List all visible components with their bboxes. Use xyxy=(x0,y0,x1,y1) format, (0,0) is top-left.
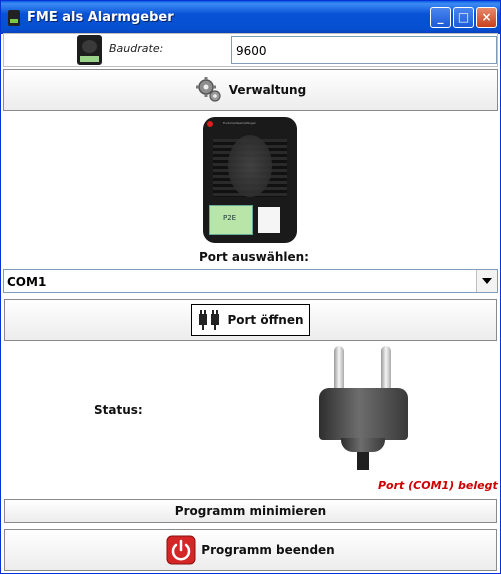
minimize-window-button[interactable]: _ xyxy=(430,7,451,28)
verwaltung-label: Verwaltung xyxy=(228,83,307,97)
port-open-button-area[interactable]: Port öffnen xyxy=(4,299,497,341)
device-screen-text: P2E xyxy=(223,214,237,222)
port-select-value: COM1 xyxy=(7,275,47,289)
baudrate-label: Baudrate: xyxy=(109,42,164,55)
close-window-button[interactable]: × xyxy=(476,7,497,28)
port-select[interactable]: COM1 xyxy=(3,269,498,293)
dropdown-arrow-icon[interactable] xyxy=(476,270,497,292)
port-open-button[interactable]: Port öffnen xyxy=(191,304,310,336)
verwaltung-button[interactable]: Verwaltung xyxy=(3,69,498,111)
status-message: Port (COM1) belegt xyxy=(378,479,498,492)
device-card xyxy=(258,207,280,233)
device-speaker-cone xyxy=(228,135,272,197)
plug-icon xyxy=(319,346,411,472)
power-icon xyxy=(166,535,196,565)
app-window: FME als Alarmgeber _ □ × Baudrate: 9600 … xyxy=(0,0,501,574)
device-led xyxy=(207,121,213,127)
quit-program-button[interactable]: Programm beenden xyxy=(4,529,497,571)
maximize-window-button[interactable]: □ xyxy=(453,7,474,28)
device-brand: Funkmeldeempfänger xyxy=(223,121,256,125)
connector-icon xyxy=(199,310,220,330)
window-title: FME als Alarmgeber xyxy=(27,10,174,25)
port-open-label: Port öffnen xyxy=(227,313,304,327)
device-screen: P2E xyxy=(209,205,253,235)
port-label: Port auswählen: xyxy=(199,250,309,264)
baudrate-row: Baudrate: 9600 xyxy=(3,33,498,67)
device-small-icon xyxy=(77,35,102,65)
baudrate-input[interactable]: 9600 xyxy=(231,36,497,64)
minimize-program-label: Programm minimieren xyxy=(174,504,327,518)
app-icon xyxy=(8,10,20,26)
gears-icon xyxy=(195,77,221,102)
device-image: Funkmeldeempfänger P2E xyxy=(203,117,297,243)
title-bar[interactable]: FME als Alarmgeber _ □ × xyxy=(1,1,500,34)
quit-program-label: Programm beenden xyxy=(201,543,335,557)
minimize-program-button[interactable]: Programm minimieren xyxy=(4,499,497,523)
status-label: Status: xyxy=(94,403,143,417)
